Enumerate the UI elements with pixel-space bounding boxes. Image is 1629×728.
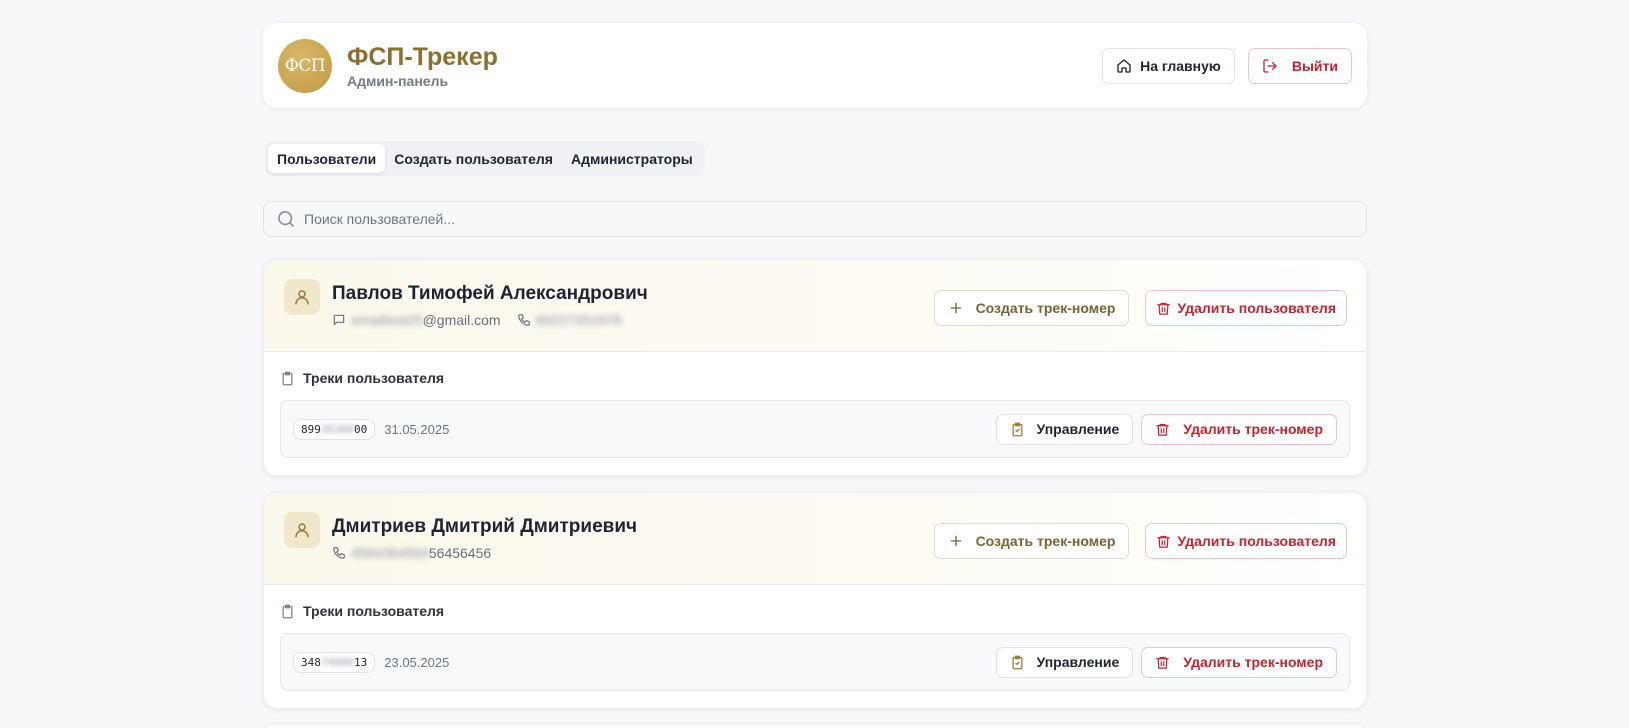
user-card-header: Павлов Тимофей Александрович emailtest25… (264, 260, 1366, 352)
phone-visible-part: 56456456 (428, 545, 492, 561)
logout-button-label: Выйти (1291, 57, 1338, 74)
track-actions: Управление Удалить трек-номер (995, 646, 1337, 678)
trash-icon (1157, 535, 1171, 548)
app-header: ФСП ФСП-Трекер Админ-панель На главную В… (263, 23, 1367, 108)
tab-bar: Пользователи Создать пользователя Админи… (265, 141, 705, 176)
user-email: emailtest25@gmail.com (332, 312, 501, 328)
search-box (263, 201, 1367, 237)
clipboard-check-icon (1012, 655, 1023, 669)
delete-user-button[interactable]: Удалить пользователя (1145, 523, 1347, 559)
track-actions: Управление Удалить трек-номер (995, 413, 1337, 445)
user-icon (295, 523, 309, 538)
track-number-start: 899 (301, 422, 321, 436)
clipboard-icon (282, 604, 293, 618)
home-button-label: На главную (1140, 57, 1221, 74)
track-date: 23.05.2025 (384, 654, 450, 670)
delete-track-label: Удалить трек-номер (1183, 421, 1323, 437)
phone-icon (517, 314, 530, 326)
plus-icon (950, 302, 961, 314)
clipboard-check-icon (1012, 422, 1023, 436)
user-phone: 456436456456456456 (332, 545, 491, 561)
app-title: ФСП-Трекер (347, 42, 498, 71)
tracks-label: Треки пользователя (303, 603, 445, 619)
avatar (284, 512, 320, 548)
tracks-label: Треки пользователя (303, 370, 445, 386)
create-track-label: Создать трек-номер (975, 533, 1116, 549)
brand: ФСП-Трекер Админ-панель (347, 43, 498, 89)
track-number-start: 348 (301, 655, 321, 669)
tab-users[interactable]: Пользователи (268, 144, 386, 173)
manage-track-button[interactable]: Управление (995, 413, 1134, 445)
app-subtitle: Админ-панель (347, 72, 449, 89)
phone-hidden-part: 89227351678 (535, 312, 622, 328)
user-name: Павлов Тимофей Александрович (332, 283, 648, 304)
delete-user-label: Удалить пользователя (1177, 300, 1336, 316)
message-icon (333, 314, 345, 326)
create-track-button[interactable]: Создать трек-номер (933, 523, 1130, 559)
create-track-label: Создать трек-номер (975, 300, 1116, 316)
tracks-section-title: Треки пользователя (280, 370, 1350, 386)
trash-icon (1156, 423, 1170, 436)
track-date: 31.05.2025 (384, 421, 450, 437)
search-icon (278, 211, 294, 227)
trash-icon (1156, 656, 1170, 669)
create-track-button[interactable]: Создать трек-номер (933, 290, 1130, 326)
manage-track-label: Управление (1036, 421, 1120, 437)
user-contacts: 456436456456456456 (332, 545, 637, 561)
manage-track-label: Управление (1036, 654, 1120, 670)
logout-button[interactable]: Выйти (1247, 47, 1352, 84)
track-number-end: 00 (354, 422, 368, 436)
avatar (284, 279, 320, 315)
user-card: Павлов Тимофей Александрович emailtest25… (263, 259, 1367, 476)
header-actions: На главную Выйти (1102, 47, 1352, 84)
logo-text: ФСП (284, 55, 326, 76)
logo: ФСП (278, 38, 332, 93)
user-phone: 89227351678 (517, 312, 622, 328)
user-name: Дмитриев Дмитрий Дмитриевич (332, 516, 638, 537)
user-info: Дмитриев Дмитрий Дмитриевич 456436456456… (332, 516, 637, 561)
user-card-actions: Создать трек-номер Удалить пользователя (933, 290, 1347, 326)
user-card-body: Треки пользователя 8992636000 31.05.2025… (264, 352, 1366, 458)
email-visible-part: @gmail.com (422, 312, 501, 328)
logout-icon (1263, 58, 1277, 73)
user-card-body: Треки пользователя 3487499913 23.05.2025… (264, 585, 1366, 691)
track-number-hidden: 26360 (320, 422, 354, 436)
home-button[interactable]: На главную (1102, 47, 1235, 84)
delete-user-label: Удалить пользователя (1177, 533, 1336, 549)
track-number: 8992636000 (293, 418, 376, 440)
track-number-end: 13 (354, 655, 368, 669)
delete-track-button[interactable]: Удалить трек-номер (1141, 646, 1337, 678)
tracks-section-title: Треки пользователя (280, 603, 1350, 619)
user-card-header: Дмитриев Дмитрий Дмитриевич 456436456456… (264, 493, 1366, 585)
email-hidden-part: emailtest25 (351, 312, 423, 328)
user-card: Дмитриев Дмитрий Дмитриевич 456436456456… (263, 492, 1367, 709)
delete-user-button[interactable]: Удалить пользователя (1145, 290, 1347, 326)
phone-hidden-part: 4564364564 (351, 545, 429, 561)
track-number-hidden: 74999 (320, 655, 354, 669)
track-row: 8992636000 31.05.2025 Управление Удалить… (280, 400, 1350, 458)
home-icon (1117, 58, 1131, 73)
delete-track-label: Удалить трек-номер (1183, 654, 1323, 670)
phone-icon (333, 547, 345, 559)
clipboard-icon (282, 371, 293, 385)
user-card-actions: Создать трек-номер Удалить пользователя (933, 523, 1347, 559)
track-number: 3487499913 (293, 651, 376, 673)
tab-administrators[interactable]: Администраторы (562, 144, 702, 173)
manage-track-button[interactable]: Управление (995, 646, 1134, 678)
user-info: Павлов Тимофей Александрович emailtest25… (332, 283, 648, 328)
user-contacts: emailtest25@gmail.com 89227351678 (332, 312, 648, 328)
track-row: 3487499913 23.05.2025 Управление Удалить… (280, 633, 1350, 691)
user-card-partial (263, 724, 1367, 728)
user-icon (295, 290, 309, 305)
plus-icon (950, 535, 961, 547)
search-input[interactable] (304, 211, 1304, 227)
trash-icon (1157, 302, 1171, 315)
tab-create-user[interactable]: Создать пользователя (385, 144, 562, 173)
delete-track-button[interactable]: Удалить трек-номер (1141, 413, 1337, 445)
